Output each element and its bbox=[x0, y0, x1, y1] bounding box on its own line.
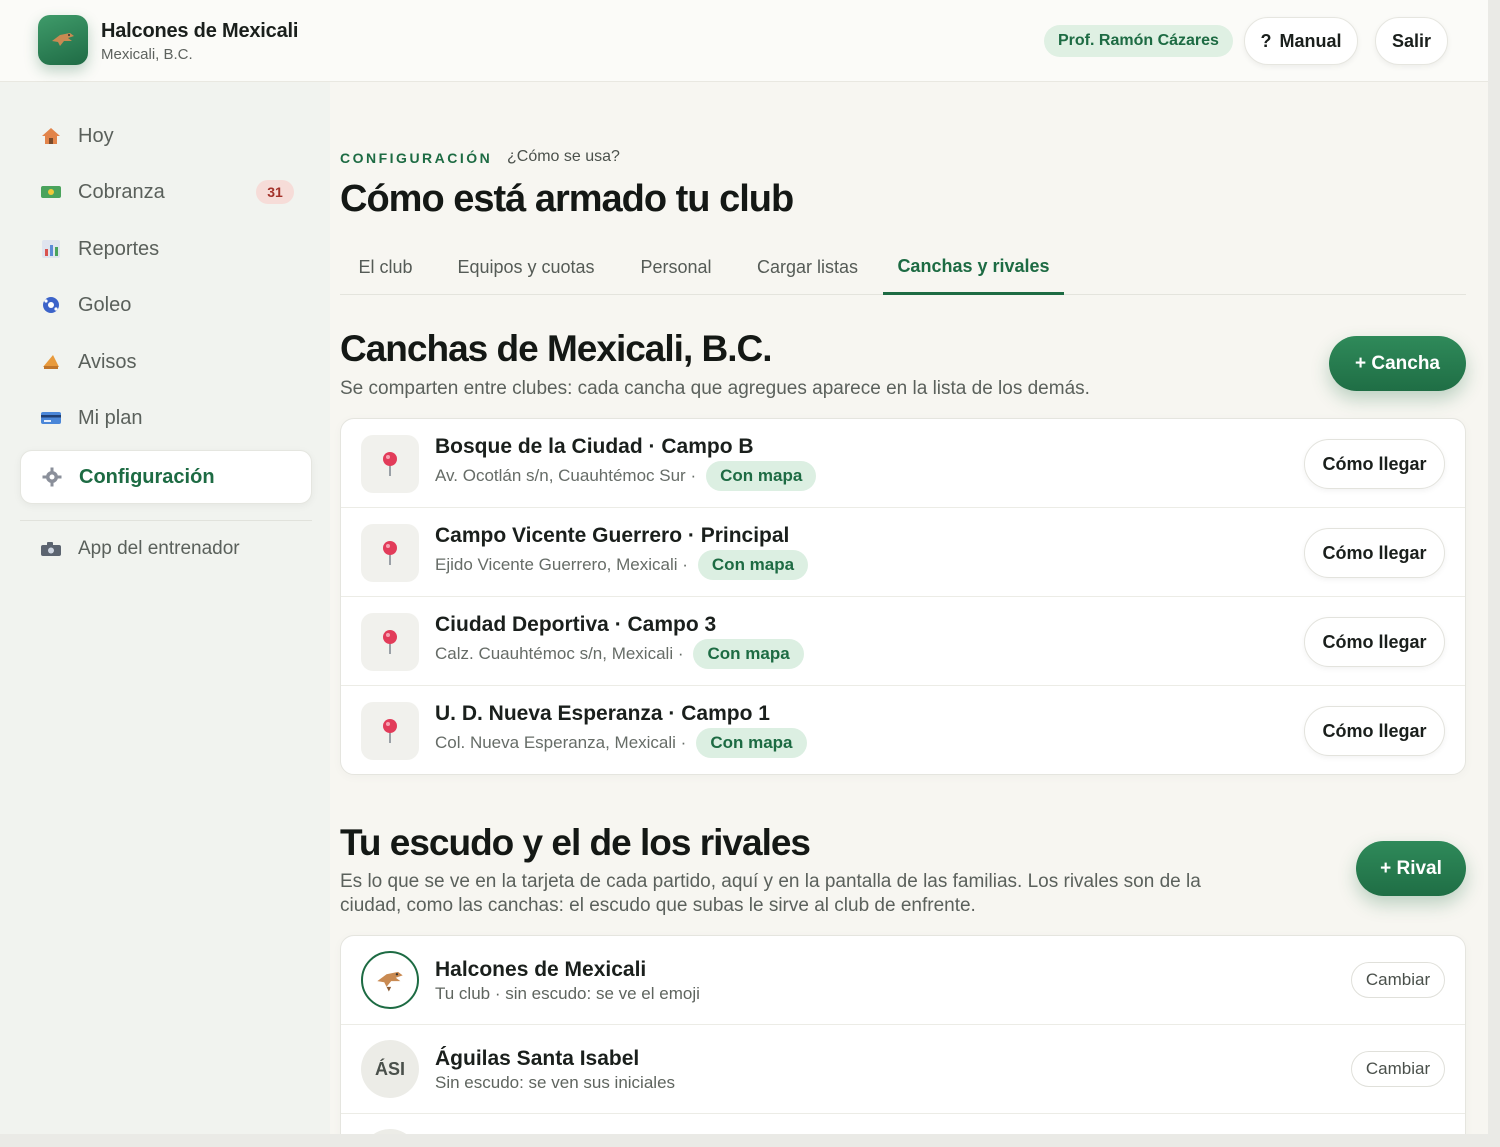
tab-cargar-listas[interactable]: Cargar listas bbox=[740, 240, 875, 295]
change-crest-button[interactable]: Cambiar bbox=[1351, 1051, 1445, 1087]
sidebar: Hoy Cobranza 31 Reportes Goleo Avisos Mi… bbox=[0, 82, 330, 1147]
credit-card-icon bbox=[40, 407, 62, 429]
map-badge: Con mapa bbox=[706, 461, 817, 491]
team-detail: Sin escudo: se ven sus iniciales bbox=[435, 1073, 676, 1092]
rivals-section-subtitle-line-2: ciudad, como las canchas: el escudo que … bbox=[340, 895, 976, 916]
field-meta: Col. Nueva Esperanza, Mexicali · Con map… bbox=[435, 728, 807, 758]
list-item: ÁSI Águilas Santa Isabel Sin escudo: se … bbox=[341, 1025, 1465, 1114]
sidebar-item-label: Mi plan bbox=[78, 406, 143, 429]
tab-canchas-rivales[interactable]: Canchas y rivales bbox=[883, 240, 1064, 295]
sidebar-item-hoy[interactable]: Hoy bbox=[20, 109, 312, 163]
sidebar-item-goleo[interactable]: Goleo bbox=[20, 278, 312, 332]
bar-chart-icon bbox=[40, 238, 62, 260]
manual-button[interactable]: ? Manual bbox=[1244, 17, 1358, 65]
field-name: Campo Vicente Guerrero · Principal bbox=[435, 524, 790, 547]
config-tabs: El club Equipos y cuotas Personal Cargar… bbox=[340, 240, 1466, 295]
sidebar-item-label: Reportes bbox=[78, 237, 160, 260]
sidebar-item-mi-plan[interactable]: Mi plan bbox=[20, 391, 312, 445]
manual-button-label: Manual bbox=[1279, 30, 1342, 51]
field-name: Bosque de la Ciudad · Campo B bbox=[435, 435, 754, 458]
list-item: Ciudad Deportiva · Campo 3 Calz. Cuauhté… bbox=[341, 597, 1465, 686]
main-content: CONFIGURACIÓN ¿Cómo se usa? Cómo está ar… bbox=[330, 82, 1488, 1147]
top-bar: Halcones de Mexicali Mexicali, B.C. Prof… bbox=[0, 0, 1488, 82]
soccer-ball-icon bbox=[40, 294, 62, 316]
add-rival-button[interactable]: + Rival bbox=[1356, 841, 1466, 896]
fields-section-subtitle: Se comparten entre clubes: cada cancha q… bbox=[340, 378, 1090, 399]
fields-list: Bosque de la Ciudad · Campo B Av. Ocotlá… bbox=[340, 418, 1466, 775]
team-name: Halcones de Mexicali bbox=[435, 958, 647, 981]
sidebar-item-configuracion[interactable]: Configuración bbox=[20, 450, 312, 504]
help-icon: ? bbox=[1260, 30, 1272, 51]
house-icon bbox=[40, 125, 62, 147]
field-meta: Ejido Vicente Guerrero, Mexicali · Con m… bbox=[435, 550, 809, 580]
sidebar-item-label: Cobranza bbox=[78, 180, 165, 203]
sidebar-item-label: App del entrenador bbox=[78, 538, 240, 559]
directions-button[interactable]: Cómo llegar bbox=[1304, 528, 1445, 578]
hawk-icon bbox=[52, 33, 74, 46]
megaphone-icon bbox=[40, 351, 62, 373]
field-meta: Av. Ocotlán s/n, Cuauhtémoc Sur · Con ma… bbox=[435, 461, 817, 491]
sidebar-item-label: Hoy bbox=[78, 124, 114, 147]
sidebar-divider bbox=[20, 520, 312, 521]
sidebar-item-label: Configuración bbox=[79, 465, 215, 488]
field-address: Calz. Cuauhtémoc s/n, Mexicali · bbox=[435, 644, 684, 663]
team-detail: Tu club · sin escudo: se ve el emoji bbox=[435, 984, 700, 1003]
field-name: Ciudad Deportiva · Campo 3 bbox=[435, 613, 717, 636]
field-address: Ejido Vicente Guerrero, Mexicali · bbox=[435, 555, 688, 574]
rivals-section-subtitle-line-1: Es lo que se ve en la tarjeta de cada pa… bbox=[340, 871, 1201, 892]
field-address: Av. Ocotlán s/n, Cuauhtémoc Sur · bbox=[435, 466, 697, 485]
money-icon bbox=[40, 181, 62, 203]
teams-list: Halcones de Mexicali Tu club · sin escud… bbox=[340, 935, 1466, 1147]
pin-icon bbox=[361, 702, 419, 760]
tab-el-club[interactable]: El club bbox=[340, 240, 431, 295]
field-name: U. D. Nueva Esperanza · Campo 1 bbox=[435, 702, 770, 725]
tab-personal[interactable]: Personal bbox=[625, 240, 727, 295]
section-eyebrow: CONFIGURACIÓN bbox=[340, 150, 493, 166]
directions-button[interactable]: Cómo llegar bbox=[1304, 617, 1445, 667]
field-address: Col. Nueva Esperanza, Mexicali · bbox=[435, 733, 687, 752]
map-badge: Con mapa bbox=[693, 639, 804, 669]
help-link[interactable]: ¿Cómo se usa? bbox=[507, 148, 620, 166]
field-meta: Calz. Cuauhtémoc s/n, Mexicali · Con map… bbox=[435, 639, 804, 669]
team-initials: ÁSI bbox=[361, 1040, 419, 1098]
page-title: Cómo está armado tu club bbox=[340, 178, 794, 220]
sidebar-item-avisos[interactable]: Avisos bbox=[20, 335, 312, 389]
logout-button[interactable]: Salir bbox=[1375, 17, 1448, 65]
sidebar-item-reportes[interactable]: Reportes bbox=[20, 222, 312, 276]
pin-icon bbox=[361, 613, 419, 671]
pin-icon bbox=[361, 435, 419, 493]
sidebar-item-label: Avisos bbox=[78, 350, 137, 373]
club-crest bbox=[361, 951, 419, 1009]
horizontal-scrollbar[interactable] bbox=[0, 1134, 1488, 1147]
sidebar-item-cobranza[interactable]: Cobranza 31 bbox=[20, 165, 312, 219]
sidebar-item-app-entrenador[interactable]: App del entrenador bbox=[20, 522, 312, 576]
club-city: Mexicali, B.C. bbox=[101, 46, 193, 63]
pin-icon bbox=[361, 524, 419, 582]
hawk-icon bbox=[377, 971, 403, 992]
map-badge: Con mapa bbox=[696, 728, 807, 758]
rivals-section-title: Tu escudo y el de los rivales bbox=[340, 822, 811, 863]
sidebar-item-label: Goleo bbox=[78, 293, 132, 316]
camera-icon bbox=[40, 538, 62, 560]
club-name: Halcones de Mexicali bbox=[101, 20, 299, 42]
coach-badge: Prof. Ramón Cázares bbox=[1044, 25, 1233, 57]
team-name: Águilas Santa Isabel bbox=[435, 1047, 640, 1070]
gear-icon bbox=[41, 466, 63, 488]
add-field-button[interactable]: + Cancha bbox=[1329, 336, 1466, 391]
list-item: Halcones de Mexicali Tu club · sin escud… bbox=[341, 936, 1465, 1025]
change-crest-button[interactable]: Cambiar bbox=[1351, 962, 1445, 998]
list-item: U. D. Nueva Esperanza · Campo 1 Col. Nue… bbox=[341, 686, 1465, 774]
pending-count-badge: 31 bbox=[256, 180, 294, 204]
club-logo bbox=[38, 15, 88, 65]
list-item: Campo Vicente Guerrero · Principal Ejido… bbox=[341, 508, 1465, 597]
fields-section-title: Canchas de Mexicali, B.C. bbox=[340, 328, 773, 369]
directions-button[interactable]: Cómo llegar bbox=[1304, 439, 1445, 489]
map-badge: Con mapa bbox=[697, 550, 809, 580]
vertical-scrollbar[interactable] bbox=[1488, 0, 1500, 1147]
directions-button[interactable]: Cómo llegar bbox=[1304, 706, 1445, 756]
list-item: Bosque de la Ciudad · Campo B Av. Ocotlá… bbox=[341, 419, 1465, 508]
tab-equipos-cuotas[interactable]: Equipos y cuotas bbox=[441, 240, 611, 295]
